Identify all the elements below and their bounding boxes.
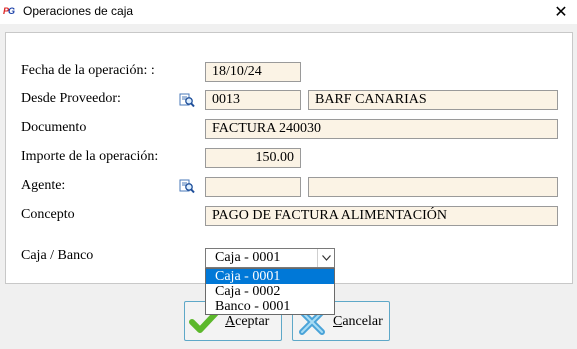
cancel-label: Cancelar [333,314,383,330]
cancel-mnemonic: C [333,314,343,329]
concepto-field[interactable]: PAGO DE FACTURA ALIMENTACIÓN [205,206,558,226]
window-title: Operaciones de caja [23,4,134,18]
fecha-label: Fecha de la operación: : [21,63,155,78]
concepto-label: Concepto [21,207,75,222]
fecha-field[interactable]: 18/10/24 [205,62,301,82]
caja-option[interactable]: Caja - 0002 [206,284,334,299]
caja-option[interactable]: Banco - 0001 [206,299,334,314]
documento-label: Documento [21,120,87,135]
caja-selected-value: Caja - 0001 [215,250,281,265]
agente-label: Agente: [21,178,66,193]
close-icon[interactable]: ✕ [545,0,577,24]
title-bar: PG Operaciones de caja ✕ [0,0,577,24]
documento-field[interactable]: FACTURA 240030 [205,119,558,139]
caja-select[interactable]: Caja - 0001 [205,248,335,268]
caja-label: Caja / Banco [21,248,94,263]
caja-option[interactable]: Caja - 0001 [206,269,334,284]
app-logo-letter-g: G [8,6,15,16]
agente-code-field[interactable] [205,177,301,197]
importe-field[interactable]: 150.00 [205,148,301,168]
chevron-down-icon[interactable] [317,249,334,267]
app-logo-icon: PG [3,6,15,16]
accept-mnemonic: A [225,314,236,329]
proveedor-label: Desde Proveedor: [21,91,121,106]
agente-lookup-icon[interactable] [179,178,195,194]
importe-label: Importe de la operación: [21,149,159,164]
caja-dropdown-list: Caja - 0001 Caja - 0002 Banco - 0001 [205,268,335,315]
proveedor-code-field[interactable]: 0013 [205,90,301,110]
proveedor-name-field[interactable]: BARF CANARIAS [308,90,558,110]
agente-name-field[interactable] [308,177,558,197]
cancel-label-rest: ancelar [342,314,383,329]
proveedor-lookup-icon[interactable] [179,92,195,108]
accept-label: Aceptar [225,314,269,330]
accept-label-rest: ceptar [235,314,270,329]
